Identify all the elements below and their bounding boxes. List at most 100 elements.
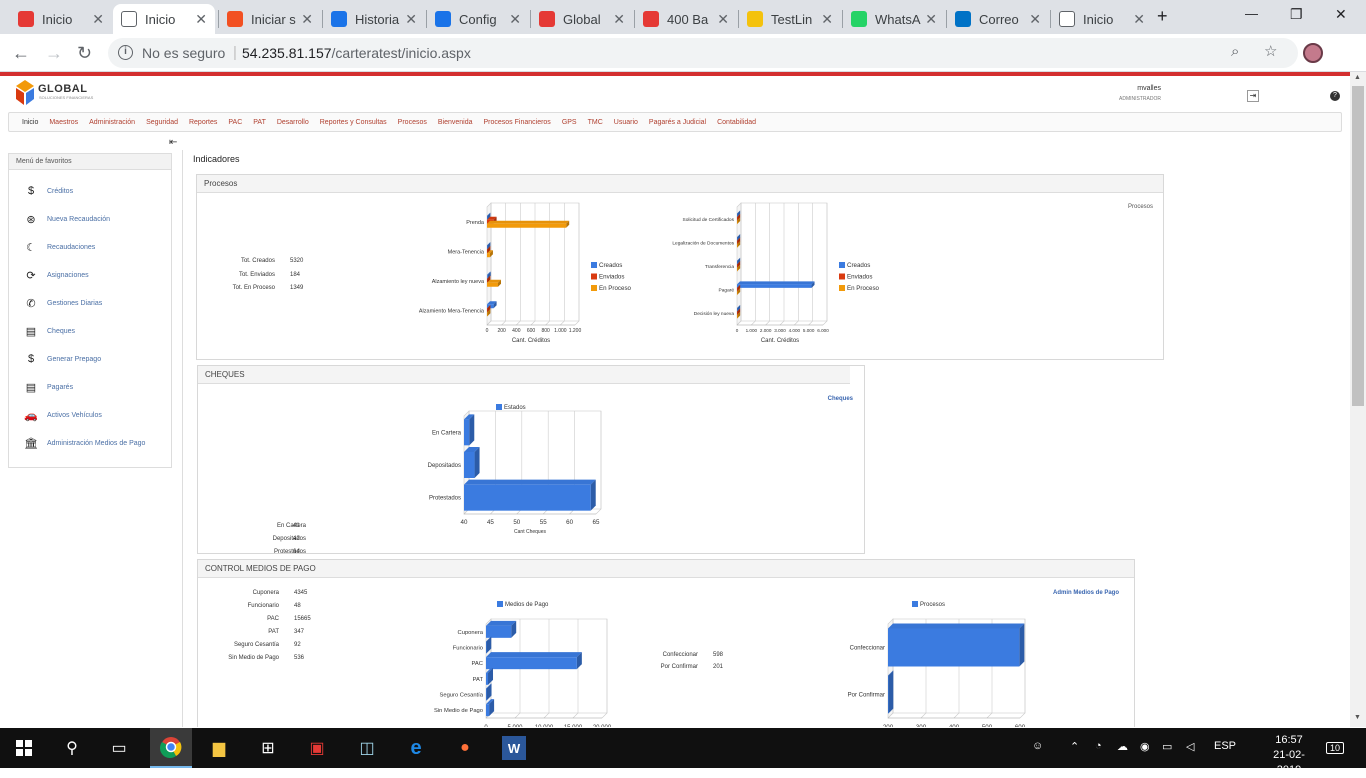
menu-item[interactable]: Procesos Financieros: [484, 119, 551, 126]
favorite-item[interactable]: ▤ Cheques: [23, 323, 75, 339]
stat-value: 5320: [290, 258, 304, 264]
omnibox[interactable]: i No es seguro | 54.235.81.157/carterate…: [108, 38, 1298, 68]
medios-link[interactable]: Admin Medios de Pago: [1053, 590, 1119, 596]
chart-legend-swatch: [591, 273, 597, 280]
tab-close-icon[interactable]: ✕: [195, 11, 207, 28]
bookmark-star-icon[interactable]: ☆: [1264, 42, 1277, 60]
favorite-item[interactable]: 🏛 Administración Medios de Pago: [23, 435, 145, 451]
browser-tab[interactable]: Iniciar s ✕: [219, 4, 321, 34]
notepad-app-icon[interactable]: ◫: [355, 736, 379, 760]
tab-close-icon[interactable]: ✕: [92, 11, 104, 28]
edge-icon[interactable]: e: [404, 736, 428, 760]
logout-icon[interactable]: ⇥: [1247, 90, 1259, 102]
browser-tab[interactable]: TestLin ✕: [739, 4, 841, 34]
tab-close-icon[interactable]: ✕: [925, 11, 937, 28]
chart-gridline: [501, 320, 506, 326]
menu-item[interactable]: Inicio: [22, 119, 38, 126]
search-icon[interactable]: ⚲: [60, 736, 84, 760]
favorite-item[interactable]: $ Generar Prepago: [23, 351, 101, 367]
tab-close-icon[interactable]: ✕: [717, 11, 729, 28]
browser-tab[interactable]: Global ✕: [531, 4, 633, 34]
cloud-icon[interactable]: ☁: [1117, 740, 1128, 753]
browser-tab[interactable]: WhatsA ✕: [843, 4, 945, 34]
gift-app-icon[interactable]: ▣: [305, 736, 329, 760]
collapse-sidebar-icon[interactable]: ⇤: [169, 137, 177, 148]
url-text[interactable]: 54.235.81.157/carteratest/inicio.aspx: [242, 45, 471, 61]
tab-close-icon[interactable]: ✕: [1133, 11, 1145, 28]
browser-tab[interactable]: Correo ✕: [947, 4, 1049, 34]
chart-bar: [486, 641, 487, 654]
menu-item[interactable]: Administración: [89, 119, 135, 126]
menu-item[interactable]: Pagarés a Judicial: [649, 119, 706, 126]
scroll-down-icon[interactable]: ▼: [1354, 714, 1361, 721]
chrome-taskbar-icon[interactable]: [150, 728, 192, 768]
menu-item[interactable]: Procesos: [398, 119, 427, 126]
wifi-icon[interactable]: ◔: [1095, 740, 1102, 752]
browser-tab[interactable]: Config ✕: [427, 4, 529, 34]
tab-close-icon[interactable]: ✕: [1029, 11, 1041, 28]
windows-start-icon[interactable]: [12, 736, 36, 760]
info-icon[interactable]: i: [118, 45, 133, 60]
scroll-up-icon[interactable]: ▲: [1354, 74, 1361, 81]
zoom-icon[interactable]: ⌕: [1231, 43, 1239, 60]
people-icon[interactable]: ☺: [1032, 740, 1043, 752]
back-icon[interactable]: ←: [12, 43, 30, 64]
favorite-item[interactable]: ⟳ Asignaciones: [23, 267, 88, 283]
tab-close-icon[interactable]: ✕: [821, 11, 833, 28]
page-scrollbar[interactable]: ▲ ▼: [1350, 72, 1366, 727]
menu-item[interactable]: PAT: [253, 119, 266, 126]
favorite-item[interactable]: 🚗 Activos Vehículos: [23, 407, 102, 423]
menu-item[interactable]: Usuario: [614, 119, 638, 126]
menu-item[interactable]: GPS: [562, 119, 577, 126]
browser-tab[interactable]: Inicio ✕: [113, 4, 215, 34]
profile-avatar[interactable]: [1303, 43, 1323, 63]
favorite-item[interactable]: $ Créditos: [23, 183, 73, 199]
clock[interactable]: 16:57 21-02-2019: [1264, 733, 1314, 778]
menu-item[interactable]: Maestros: [49, 119, 78, 126]
procesos-link[interactable]: Procesos: [1128, 204, 1153, 210]
scroll-thumb[interactable]: [1352, 86, 1364, 406]
global-logo[interactable]: GLOBAL SOLUCIONES FINANCIERAS: [12, 78, 112, 108]
task-view-icon[interactable]: ▭: [107, 736, 131, 760]
new-tab-icon[interactable]: +: [1157, 6, 1168, 27]
tab-close-icon[interactable]: ✕: [613, 11, 625, 28]
tray-expand-icon[interactable]: ⌃: [1070, 740, 1079, 753]
menu-item[interactable]: Reportes y Consultas: [320, 119, 387, 126]
battery-icon[interactable]: ▭: [1162, 740, 1172, 753]
tab-close-icon[interactable]: ✕: [301, 11, 313, 28]
browser-tab[interactable]: Historia ✕: [323, 4, 425, 34]
volume-icon[interactable]: ◁: [1186, 740, 1194, 753]
browser-tab[interactable]: Inicio ✕: [10, 4, 112, 34]
menu-item[interactable]: Desarrollo: [277, 119, 309, 126]
cheques-link[interactable]: Cheques: [828, 396, 853, 402]
favorite-item[interactable]: ✆ Gestiones Diarias: [23, 295, 102, 311]
favorite-item[interactable]: ⊛ Nueva Recaudación: [23, 211, 110, 227]
favorite-item[interactable]: ▤ Pagarés: [23, 379, 73, 395]
favorite-item[interactable]: ☾ Recaudaciones: [23, 239, 95, 255]
minimize-icon[interactable]: —: [1245, 6, 1258, 21]
file-explorer-icon[interactable]: ▆: [207, 736, 231, 760]
menu-item[interactable]: Seguridad: [146, 119, 178, 126]
browser-tab[interactable]: 400 Ba ✕: [635, 4, 737, 34]
menu-item[interactable]: Bienvenida: [438, 119, 473, 126]
forward-icon[interactable]: →: [45, 43, 63, 64]
tab-separator: [218, 10, 219, 28]
menu-item[interactable]: TMC: [588, 119, 603, 126]
chart-tick-label: 500: [982, 724, 993, 727]
word-icon[interactable]: W: [502, 736, 526, 760]
menu-item[interactable]: Contabilidad: [717, 119, 756, 126]
network-icon[interactable]: ◉: [1140, 740, 1150, 753]
close-window-icon[interactable]: ✕: [1335, 6, 1347, 23]
menu-item[interactable]: Reportes: [189, 119, 217, 126]
help-icon[interactable]: ?: [1330, 91, 1340, 101]
browser-tab[interactable]: Inicio ✕: [1051, 4, 1153, 34]
firefox-icon[interactable]: ●: [453, 736, 477, 760]
menu-item[interactable]: PAC: [228, 119, 242, 126]
tab-close-icon[interactable]: ✕: [405, 11, 417, 28]
notifications-icon[interactable]: 10: [1326, 742, 1345, 754]
store-icon[interactable]: ⊞: [256, 736, 280, 760]
maximize-icon[interactable]: ❐: [1290, 6, 1303, 23]
reload-icon[interactable]: ↻: [77, 43, 92, 64]
language-indicator[interactable]: ESP: [1214, 740, 1236, 752]
tab-close-icon[interactable]: ✕: [509, 11, 521, 28]
